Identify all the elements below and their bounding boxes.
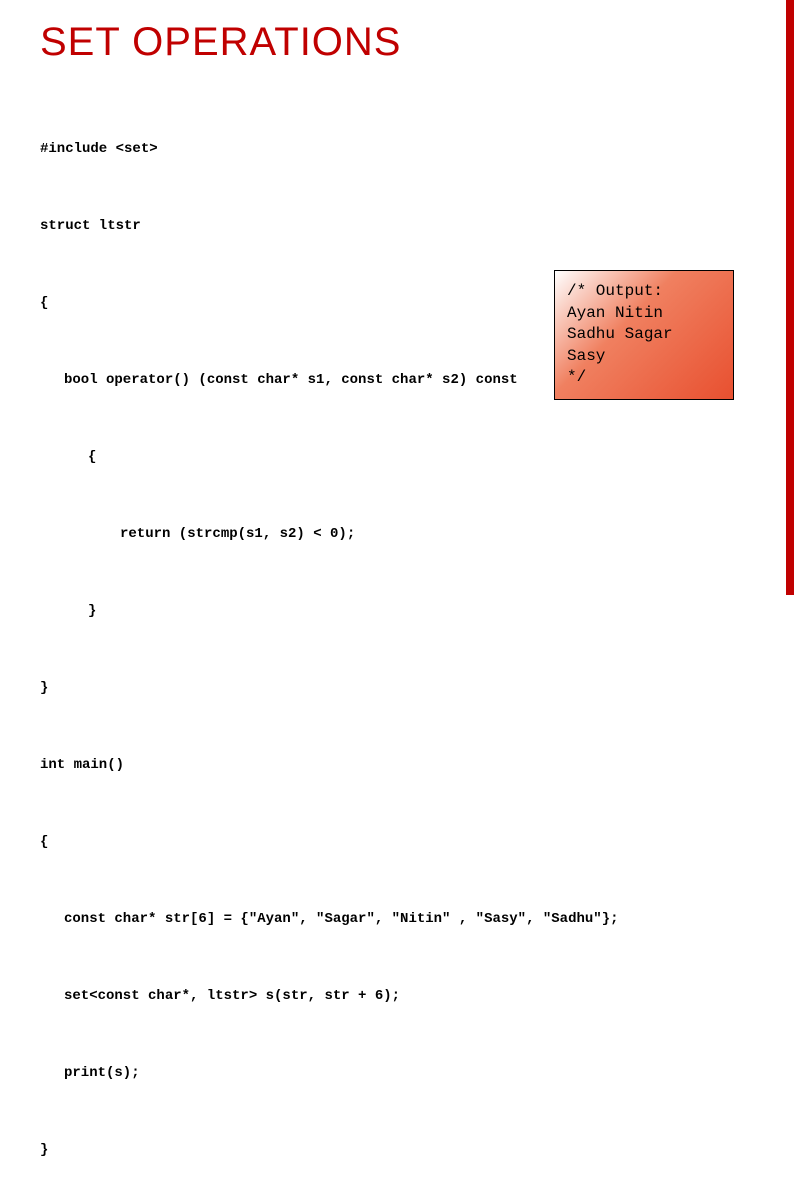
code-line: print(s); — [40, 1063, 754, 1084]
code-line: } — [40, 1140, 754, 1161]
code-block: #include <set> struct ltstr { bool opera… — [40, 97, 754, 1190]
code-line: struct ltstr — [40, 216, 754, 237]
code-line: return (strcmp(s1, s2) < 0); — [40, 524, 754, 545]
code-line: { — [40, 447, 754, 468]
output-line: Sadhu Sagar — [567, 324, 721, 346]
code-line: } — [40, 601, 754, 622]
code-line: { — [40, 832, 754, 853]
accent-bar — [786, 0, 794, 595]
code-line: set<const char*, ltstr> s(str, str + 6); — [40, 986, 754, 1007]
slide-content: SET OPERATIONS #include <set> struct lts… — [0, 0, 794, 595]
output-line: Sasy — [567, 346, 721, 368]
output-box: /* Output: Ayan Nitin Sadhu Sagar Sasy *… — [554, 270, 734, 400]
output-line: */ — [567, 367, 721, 389]
output-line: Ayan Nitin — [567, 303, 721, 325]
code-line: const char* str[6] = {"Ayan", "Sagar", "… — [40, 909, 754, 930]
code-line: int main() — [40, 755, 754, 776]
output-line: /* Output: — [567, 281, 721, 303]
slide-title: SET OPERATIONS — [40, 20, 754, 65]
code-line: #include <set> — [40, 139, 754, 160]
code-line: } — [40, 678, 754, 699]
